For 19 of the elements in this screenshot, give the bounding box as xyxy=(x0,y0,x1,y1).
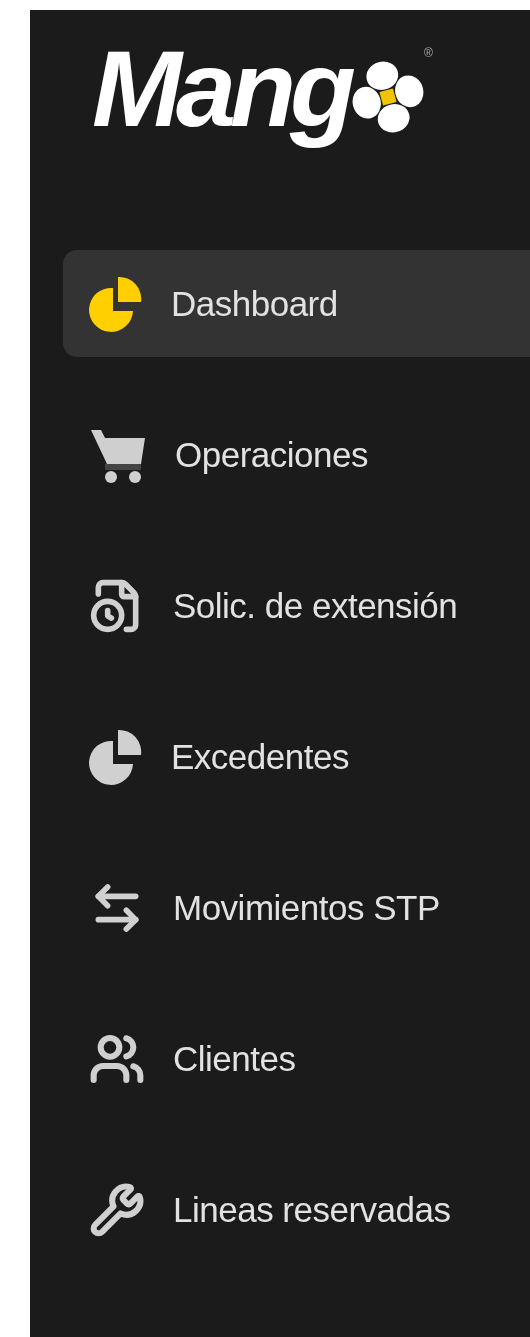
nav-item[interactable]: Solic. de extensión xyxy=(63,552,530,659)
nav-item[interactable]: Dashboard xyxy=(63,250,530,357)
nav-label: Dashboard xyxy=(171,283,338,324)
nav-item[interactable]: Movimientos STP xyxy=(63,854,530,961)
nav-label: Lineas reservadas xyxy=(173,1189,451,1230)
pie-chart-icon xyxy=(89,727,143,786)
tools-icon xyxy=(89,1181,145,1238)
registered-mark: ® xyxy=(424,46,433,60)
nav-label: Excedentes xyxy=(171,736,349,777)
nav-item[interactable]: Lineas reservadas xyxy=(63,1156,530,1263)
nav-item[interactable]: Excedentes xyxy=(63,703,530,810)
pie-chart-icon xyxy=(89,274,143,333)
nav-label: Movimientos STP xyxy=(173,887,440,928)
nav-label: Operaciones xyxy=(175,434,368,475)
nav-label: Solic. de extensión xyxy=(173,585,458,626)
nav-label: Clientes xyxy=(173,1038,296,1079)
nav-item[interactable]: Clientes xyxy=(63,1005,530,1112)
nav-item[interactable]: Operaciones xyxy=(63,401,530,508)
logo-text: Mang xyxy=(91,27,352,151)
